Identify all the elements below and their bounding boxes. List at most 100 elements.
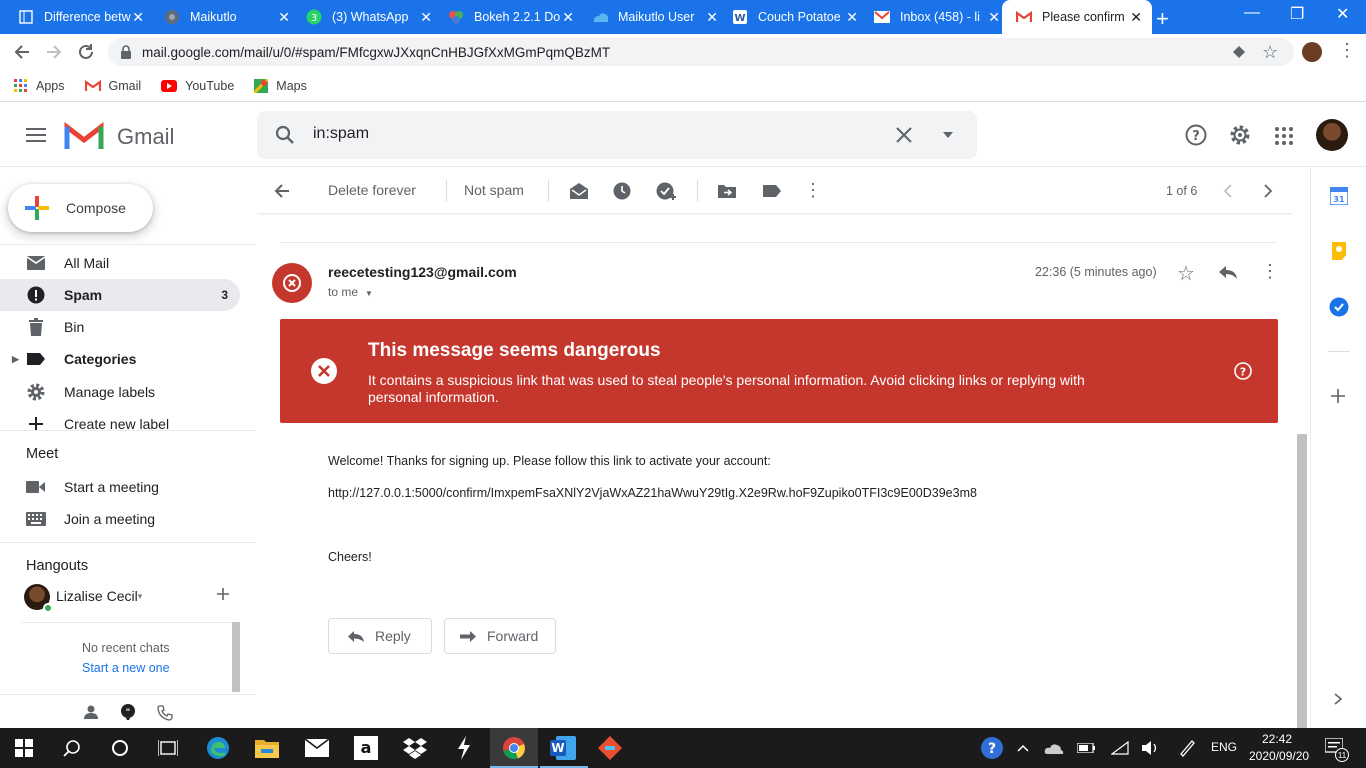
sidebar-item-bin[interactable]: Bin [0, 311, 240, 343]
show-hidden-icons-chevron-icon[interactable] [1011, 736, 1035, 760]
mark-as-read-icon[interactable] [569, 182, 589, 200]
browser-tab[interactable]: Maikutlo User ✕ [578, 0, 728, 34]
expand-arrow-icon[interactable]: ▶ [12, 354, 19, 365]
sidebar-item-categories[interactable]: ▶ Categories [0, 343, 240, 375]
search-icon[interactable] [275, 125, 295, 145]
browser-tab-active[interactable]: Please confirm ✕ [1002, 0, 1152, 34]
close-tab-icon[interactable]: ✕ [562, 9, 574, 26]
newer-chevron-icon[interactable] [1223, 184, 1233, 198]
get-addons-plus-icon[interactable] [1331, 389, 1345, 403]
back-to-list-icon[interactable] [273, 182, 291, 200]
browser-tab[interactable]: W Couch Potatoe ✕ [718, 0, 868, 34]
git-icon[interactable] [598, 736, 622, 760]
not-spam-button[interactable]: Not spam [464, 182, 524, 198]
reply-icon[interactable] [1218, 265, 1238, 279]
restore-icon[interactable]: ❐ [1290, 4, 1304, 24]
details-dropdown-icon[interactable]: ▼ [365, 289, 373, 298]
older-chevron-icon[interactable] [1263, 184, 1273, 198]
warning-help-icon[interactable]: ? [1234, 362, 1252, 380]
phone-icon[interactable] [157, 705, 173, 721]
close-tab-icon[interactable]: ✕ [420, 9, 432, 26]
google-apps-icon[interactable] [1275, 127, 1293, 145]
minimize-icon[interactable]: — [1244, 4, 1260, 22]
hangouts-user-name[interactable]: Lizalise Cecil [56, 588, 138, 604]
input-language[interactable]: ENG [1211, 740, 1237, 754]
help-icon[interactable]: ? [1185, 124, 1207, 146]
move-to-folder-icon[interactable] [718, 183, 736, 198]
clear-search-icon[interactable] [895, 126, 913, 144]
bookmark-gmail[interactable]: Gmail [84, 79, 141, 93]
help-tray-icon[interactable]: ? [980, 736, 1004, 760]
browser-tab[interactable]: 3 (3) WhatsApp ✕ [292, 0, 442, 34]
close-tab-icon[interactable]: ✕ [706, 9, 718, 26]
reload-icon[interactable] [76, 42, 96, 62]
start-new-chat-link[interactable]: Start a new one [82, 661, 170, 675]
add-to-tasks-icon[interactable] [656, 181, 678, 201]
file-explorer-icon[interactable] [255, 736, 279, 760]
omnibox[interactable]: mail.google.com/mail/u/0/#spam/FMfcgxwJX… [108, 38, 1294, 66]
chrome-taskbar-active[interactable] [490, 728, 538, 768]
contacts-person-icon[interactable] [84, 705, 98, 719]
message-scrollbar[interactable] [1297, 434, 1307, 728]
bookmark-star-icon[interactable]: ☆ [1262, 42, 1278, 63]
search-options-dropdown-icon[interactable] [943, 132, 953, 138]
back-arrow-icon[interactable] [12, 42, 32, 62]
calendar-icon[interactable]: 31 [1330, 187, 1348, 205]
snooze-clock-icon[interactable] [613, 182, 631, 200]
battery-icon[interactable] [1074, 736, 1098, 760]
close-tab-icon[interactable]: ✕ [278, 9, 290, 26]
account-avatar[interactable] [1316, 119, 1348, 151]
forward-arrow-icon[interactable] [44, 42, 64, 62]
status-dropdown-icon[interactable]: ▼ [136, 592, 144, 601]
window-close-icon[interactable]: ✕ [1336, 4, 1349, 24]
new-conversation-plus-icon[interactable] [216, 587, 230, 601]
sender-email[interactable]: reecetesting123@gmail.com [328, 264, 517, 280]
sidebar-item-manage-labels[interactable]: Manage labels [0, 376, 240, 408]
edge-icon[interactable] [206, 736, 230, 760]
amazon-icon[interactable]: a [354, 736, 378, 760]
dropbox-icon[interactable] [403, 736, 427, 760]
join-meeting-item[interactable]: Join a meeting [0, 503, 240, 535]
extension-icon[interactable] [1232, 45, 1246, 59]
word-taskbar-item[interactable]: W [540, 728, 588, 768]
volume-icon[interactable] [1138, 736, 1162, 760]
new-tab-button[interactable]: + [1156, 6, 1169, 32]
bookmark-maps[interactable]: Maps [254, 78, 307, 93]
mail-icon[interactable] [305, 736, 329, 760]
keep-icon[interactable] [1331, 241, 1347, 261]
sidebar-item-all-mail[interactable]: All Mail [0, 247, 240, 279]
bookmark-apps[interactable]: Apps [14, 78, 65, 93]
main-menu-icon[interactable] [26, 127, 46, 143]
browser-tab[interactable]: Bokeh 2.2.1 Do ✕ [434, 0, 584, 34]
browser-tab[interactable]: Maikutlo ✕ [150, 0, 300, 34]
start-meeting-item[interactable]: Start a meeting [0, 471, 240, 503]
search-input[interactable] [313, 125, 813, 143]
compose-button[interactable]: Compose [8, 184, 153, 232]
browser-tab[interactable]: Difference betw ✕ [4, 0, 154, 34]
sidebar-item-create-label[interactable]: Create new label [0, 408, 240, 440]
onedrive-icon[interactable] [1042, 736, 1066, 760]
hangouts-scrollbar[interactable] [232, 622, 240, 692]
forward-button[interactable]: Forward [444, 618, 556, 654]
windows-start-icon[interactable] [12, 736, 36, 760]
label-icon[interactable] [762, 184, 782, 198]
cortana-icon[interactable] [108, 736, 132, 760]
settings-gear-icon[interactable] [1229, 124, 1251, 146]
show-side-panel-chevron-icon[interactable] [1334, 693, 1342, 705]
search-icon[interactable] [60, 736, 84, 760]
task-view-icon[interactable] [156, 736, 180, 760]
chrome-menu-icon[interactable]: ⋮ [1338, 40, 1356, 61]
close-tab-icon[interactable]: ✕ [988, 9, 1000, 26]
activation-link[interactable]: http://127.0.0.1:5000/confirm/ImxpemFsaX… [328, 486, 977, 500]
close-tab-icon[interactable]: ✕ [846, 9, 858, 26]
sidebar-item-spam[interactable]: Spam 3 [0, 279, 240, 311]
browser-tab[interactable]: Inbox (458) - li ✕ [860, 0, 1010, 34]
url-text[interactable]: mail.google.com/mail/u/0/#spam/FMfcgxwJX… [142, 45, 610, 60]
close-tab-icon[interactable]: ✕ [132, 9, 144, 26]
profile-avatar[interactable] [1302, 42, 1322, 62]
gmail-logo-icon[interactable] [64, 121, 104, 151]
more-options-icon[interactable]: ⋮ [804, 180, 822, 201]
hangouts-chat-icon[interactable]: " [120, 704, 136, 720]
clock-time[interactable]: 22:42 [1262, 732, 1292, 746]
bookmark-youtube[interactable]: YouTube [161, 79, 234, 93]
